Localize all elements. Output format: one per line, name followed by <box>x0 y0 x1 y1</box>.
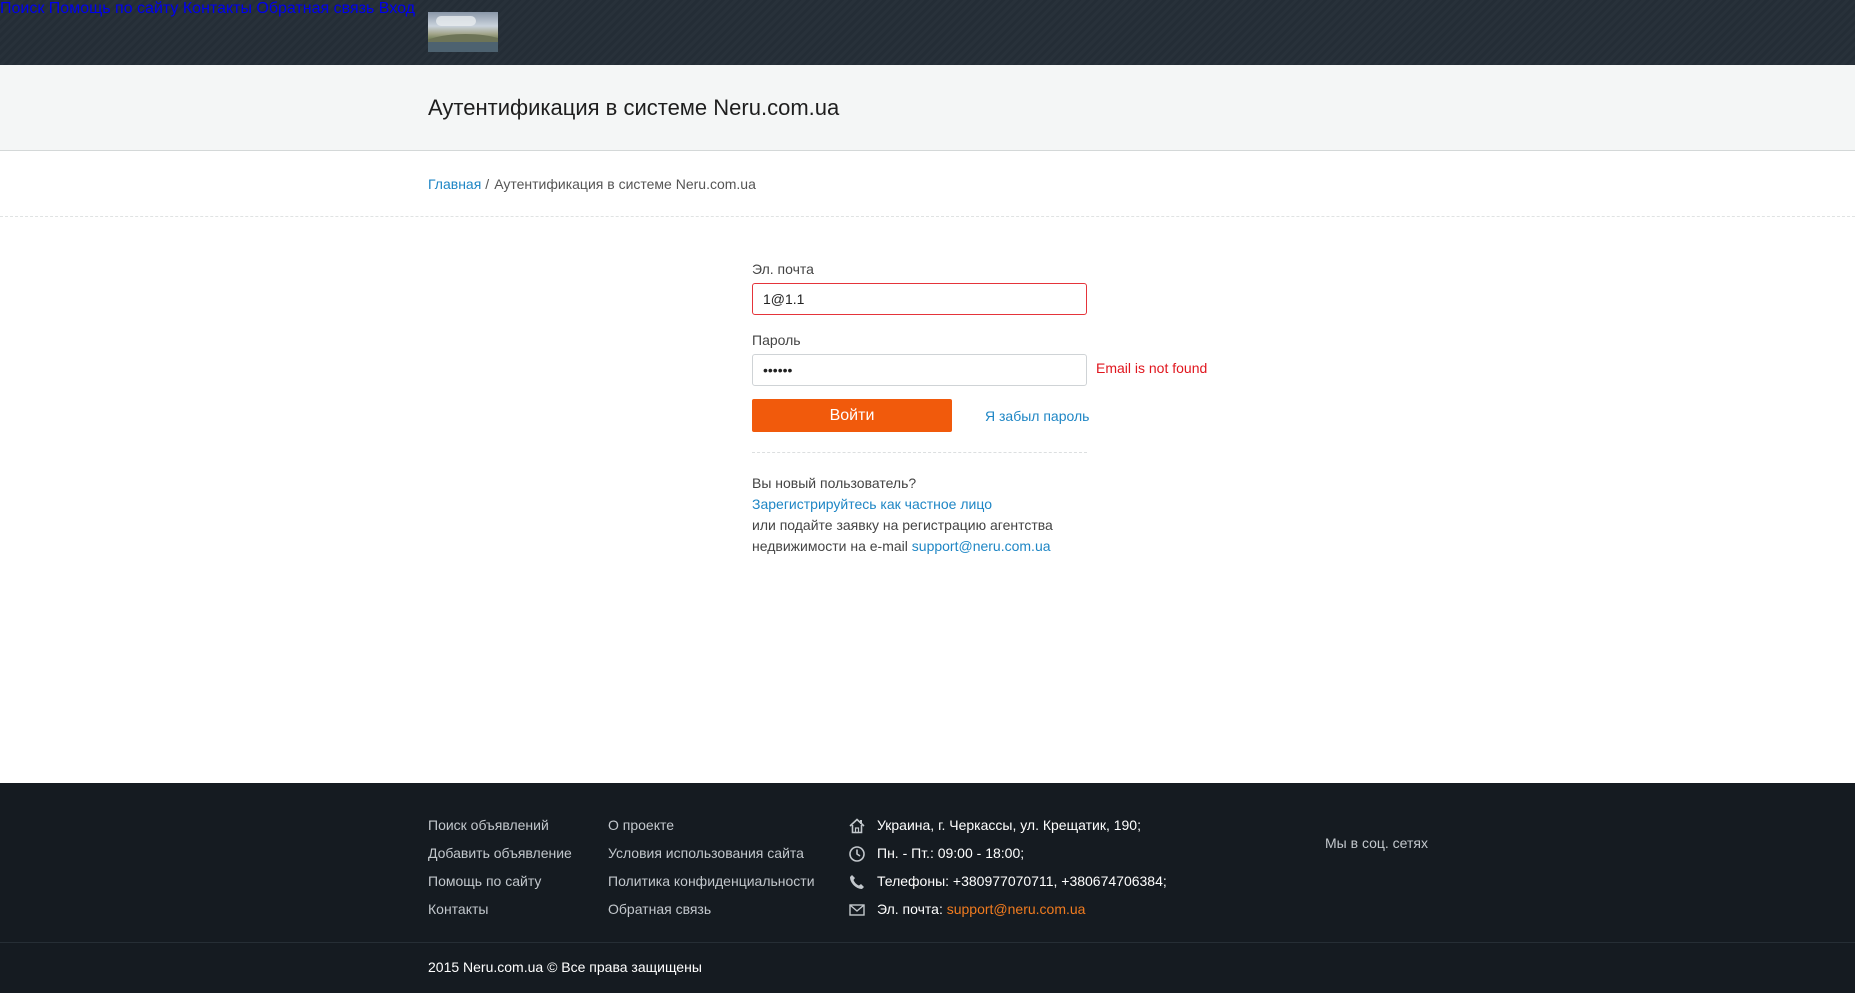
footer-link-add-ad[interactable]: Добавить объявление <box>428 845 572 861</box>
forgot-password-link[interactable]: Я забыл пароль <box>985 408 1089 424</box>
footer-link-privacy[interactable]: Политика конфиденциальности <box>608 873 815 889</box>
footer-link-about[interactable]: О проекте <box>608 817 674 833</box>
footer-phones: Телефоны: +380977070711, +380674706384; <box>877 873 1167 889</box>
nav-help[interactable]: Помощь по сайту <box>49 0 179 17</box>
footer-link-help[interactable]: Помощь по сайту <box>428 873 541 889</box>
footer-link-search-ads[interactable]: Поиск объявлений <box>428 817 549 833</box>
footer-link-feedback[interactable]: Обратная связь <box>608 901 711 917</box>
envelope-icon <box>849 904 865 916</box>
email-field[interactable] <box>752 283 1087 315</box>
breadcrumb: Главная / Аутентификация в системе Neru.co… <box>428 176 756 192</box>
breadcrumb-separator: / <box>485 176 490 192</box>
breadcrumb-home[interactable]: Главная <box>428 176 481 192</box>
logo-water <box>428 42 498 52</box>
footer-address: Украина, г. Черкассы, ул. Крещатик, 190; <box>877 817 1141 833</box>
form-divider <box>752 452 1087 453</box>
email-error-message: Email is not found <box>1096 360 1208 376</box>
top-navbar: Поиск Помощь по сайту Контакты Обратная … <box>0 0 1855 65</box>
nav-search[interactable]: Поиск <box>0 0 44 17</box>
footer-link-contacts[interactable]: Контакты <box>428 901 488 917</box>
agency-email-link[interactable]: support@neru.com.ua <box>912 538 1051 554</box>
password-label: Пароль <box>752 332 801 348</box>
nav-feedback[interactable]: Обратная связь <box>256 0 374 17</box>
clock-icon <box>849 846 865 862</box>
new-user-question: Вы новый пользователь? <box>752 475 917 491</box>
logo-cloud <box>436 16 476 26</box>
footer-link-terms[interactable]: Условия использования сайта <box>608 845 804 861</box>
copyright: 2015 Neru.com.ua © Все права защищены <box>428 959 702 975</box>
agency-text-line2: недвижимости на e-mail <box>752 538 908 554</box>
footer-hours: Пн. - Пт.: 09:00 - 18:00; <box>877 845 1025 861</box>
footer-divider <box>0 942 1855 943</box>
home-icon <box>849 818 865 834</box>
login-button[interactable]: Войти <box>752 399 952 432</box>
password-field[interactable] <box>752 354 1087 386</box>
register-link[interactable]: Зарегистрируйтесь как частное лицо <box>752 496 992 512</box>
page-title: Аутентификация в системе Neru.com.ua <box>428 95 840 120</box>
email-label: Эл. почта <box>752 261 814 277</box>
footer-email-link[interactable]: support@neru.com.ua <box>947 901 1086 917</box>
nav-contacts[interactable]: Контакты <box>183 0 252 17</box>
nav-login[interactable]: Вход <box>379 0 415 17</box>
breadcrumb-current: Аутентификация в системе Neru.com.ua <box>494 176 756 192</box>
agency-text-line1: или подайте заявку на регистрацию агентс… <box>752 517 1053 533</box>
breadcrumb-divider <box>0 216 1855 217</box>
social-networks-label: Мы в соц. сетях <box>1325 835 1428 851</box>
site-logo[interactable] <box>428 12 498 52</box>
footer-email-label: Эл. почта: <box>877 901 943 917</box>
phone-icon <box>850 875 864 889</box>
title-band <box>0 65 1855 151</box>
